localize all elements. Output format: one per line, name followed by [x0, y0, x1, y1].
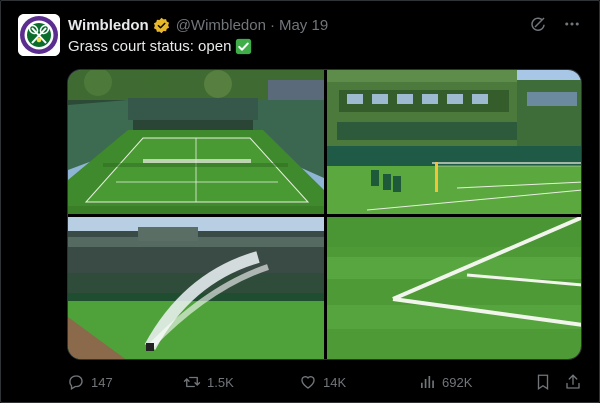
- court-with-chairs-image[interactable]: [327, 70, 581, 214]
- avatar[interactable]: [18, 14, 60, 56]
- retweet-icon: [183, 373, 201, 391]
- tweet-text: Grass court status: open: [68, 38, 252, 55]
- like-button[interactable]: 14K: [299, 373, 346, 391]
- views-count: 692K: [442, 374, 473, 390]
- grok-icon[interactable]: [529, 15, 547, 33]
- tweet-body: Grass court status: open: [68, 38, 232, 55]
- check-mark-button-icon: [235, 38, 252, 55]
- verified-badge-icon[interactable]: [153, 17, 170, 34]
- tweet-date[interactable]: May 19: [279, 17, 328, 34]
- author-handle[interactable]: @Wimbledon: [176, 17, 266, 34]
- top-right-actions: [529, 15, 581, 33]
- centre-court-image[interactable]: [68, 70, 324, 214]
- tweet-card: Wimbledon @Wimbledon · May 19 Grass cour…: [0, 0, 600, 403]
- separator-dot: ·: [269, 16, 275, 34]
- reply-count: 147: [91, 374, 113, 390]
- sprinkler-image[interactable]: [68, 217, 324, 359]
- bookmark-icon: [534, 373, 552, 391]
- author-name[interactable]: Wimbledon: [68, 17, 149, 34]
- like-icon: [299, 373, 317, 391]
- tweet-header: Wimbledon @Wimbledon · May 19: [68, 15, 328, 35]
- like-count: 14K: [323, 374, 347, 390]
- views-button[interactable]: 692K: [418, 373, 472, 391]
- views-icon: [418, 373, 436, 391]
- bookmark-button[interactable]: [534, 373, 552, 391]
- media-grid: [67, 69, 582, 360]
- court-lines-image[interactable]: [327, 217, 581, 359]
- share-button[interactable]: [564, 373, 582, 391]
- retweet-count: 1.5K: [207, 374, 234, 390]
- more-icon[interactable]: [563, 15, 581, 33]
- action-bar: 147 1.5K 14K 692K: [67, 373, 587, 393]
- wimbledon-logo-icon: [18, 14, 60, 56]
- reply-icon: [67, 373, 85, 391]
- reply-button[interactable]: 147: [67, 373, 113, 391]
- retweet-button[interactable]: 1.5K: [183, 373, 234, 391]
- share-icon: [564, 373, 582, 391]
